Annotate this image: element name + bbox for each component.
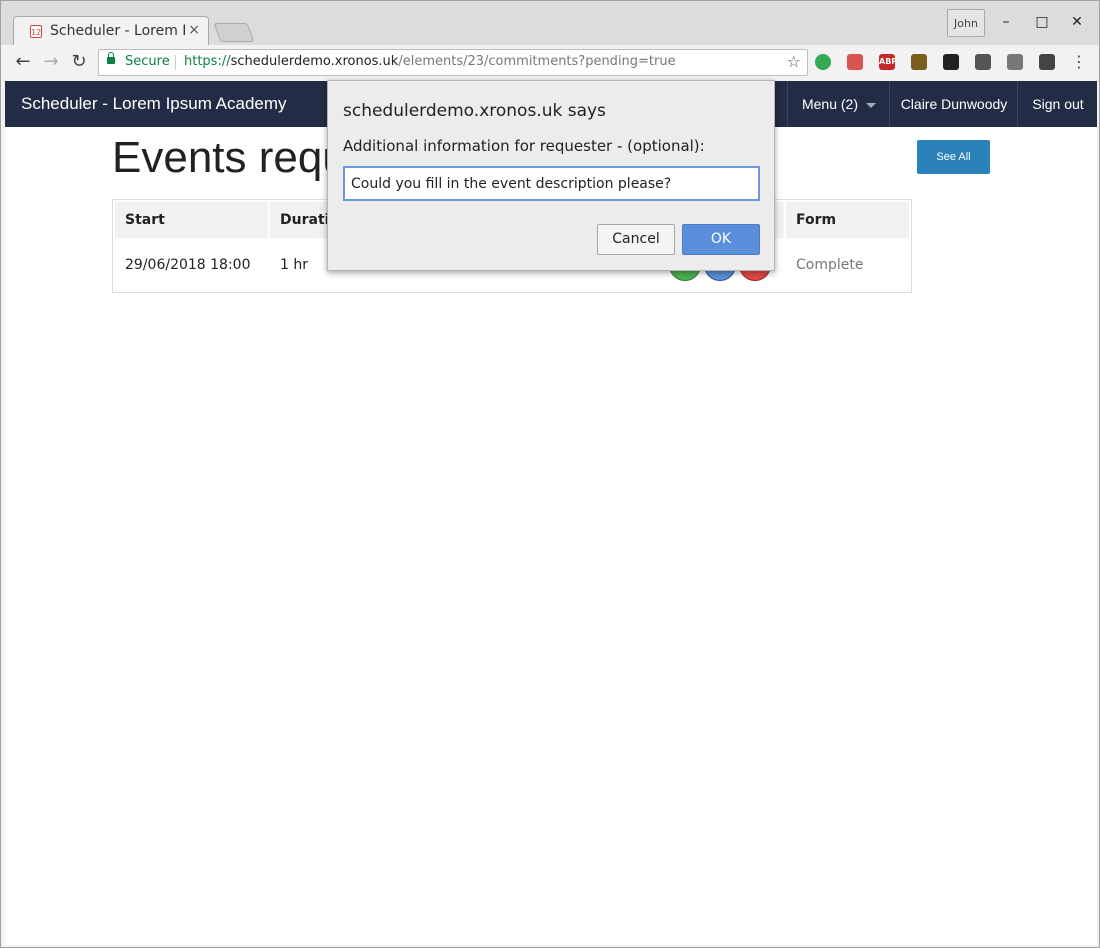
- profile-button[interactable]: John: [947, 9, 985, 37]
- tab-strip: 12 Scheduler - Lorem Ipsum Academy × Joh…: [1, 1, 1099, 46]
- forward-arrow-icon[interactable]: →: [41, 52, 61, 72]
- reload-icon[interactable]: ↻: [69, 52, 89, 72]
- omnibox-separator: [175, 55, 176, 70]
- keep-extension-icon[interactable]: [975, 54, 991, 70]
- calendar-favicon-icon: 12: [30, 25, 42, 38]
- user-menu[interactable]: Claire Dunwoody: [889, 81, 1018, 127]
- red-puzzle-extension-icon[interactable]: [847, 54, 863, 70]
- url-path: /elements/23/commitments?pending=true: [398, 54, 676, 69]
- dialog-title: schedulerdemo.xronos.uk says: [343, 101, 606, 121]
- dialog-text-input[interactable]: [343, 166, 760, 201]
- sign-out-link[interactable]: Sign out: [1017, 81, 1098, 127]
- cell-start: 29/06/2018 18:00: [125, 257, 251, 273]
- mail-extension-icon[interactable]: [1007, 54, 1023, 70]
- cancel-button[interactable]: Cancel: [597, 224, 675, 255]
- cell-form-status: Complete: [796, 257, 864, 273]
- screenshot-extension-icon[interactable]: [1039, 54, 1055, 70]
- prompt-dialog: schedulerdemo.xronos.uk says Additional …: [327, 80, 775, 271]
- browser-tab-active[interactable]: 12 Scheduler - Lorem Ipsum Academy ×: [13, 16, 209, 46]
- house-extension-icon[interactable]: [911, 54, 927, 70]
- ok-button[interactable]: OK: [682, 224, 760, 255]
- tab-close-icon[interactable]: ×: [188, 22, 200, 38]
- menu-label: Menu (2): [801, 96, 859, 112]
- menu-dropdown[interactable]: Menu (2): [787, 81, 890, 127]
- minimize-icon[interactable]: –: [997, 13, 1015, 31]
- brand-link[interactable]: Scheduler - Lorem Ipsum Academy: [21, 94, 287, 114]
- address-bar[interactable]: Secure https://schedulerdemo.xronos.uk/e…: [98, 49, 808, 76]
- see-all-button[interactable]: See All: [917, 140, 990, 174]
- browser-toolbar: ← → ↻ Secure https://schedulerdemo.xrono…: [1, 45, 1099, 81]
- url-host: schedulerdemo.xronos.uk: [230, 54, 399, 69]
- browser-window: 12 Scheduler - Lorem Ipsum Academy × Joh…: [0, 0, 1100, 948]
- back-arrow-icon[interactable]: ←: [13, 52, 33, 72]
- green-bubble-extension-icon[interactable]: [815, 54, 831, 70]
- tab-title: Scheduler - Lorem Ipsum Academy: [50, 23, 186, 39]
- url-text[interactable]: https://schedulerdemo.xronos.uk/elements…: [184, 54, 676, 69]
- close-window-icon[interactable]: ✕: [1068, 13, 1086, 31]
- browser-menu-icon[interactable]: ⋮: [1069, 52, 1089, 72]
- caret-down-icon: [866, 102, 877, 108]
- adblock-plus-icon[interactable]: ABP: [879, 54, 897, 70]
- page-title: Events requ: [112, 133, 347, 182]
- bookmark-star-icon[interactable]: ☆: [787, 52, 801, 71]
- url-scheme: https://: [184, 54, 231, 69]
- dialog-message: Additional information for requester - (…: [343, 137, 705, 155]
- column-header-form: Form: [786, 202, 909, 238]
- lock-icon: [107, 52, 115, 64]
- new-tab-button[interactable]: [213, 23, 255, 42]
- pawprint-extension-icon[interactable]: [943, 54, 959, 70]
- column-header-start: Start: [115, 202, 268, 238]
- secure-label: Secure: [125, 54, 170, 69]
- maximize-icon[interactable]: □: [1033, 13, 1051, 31]
